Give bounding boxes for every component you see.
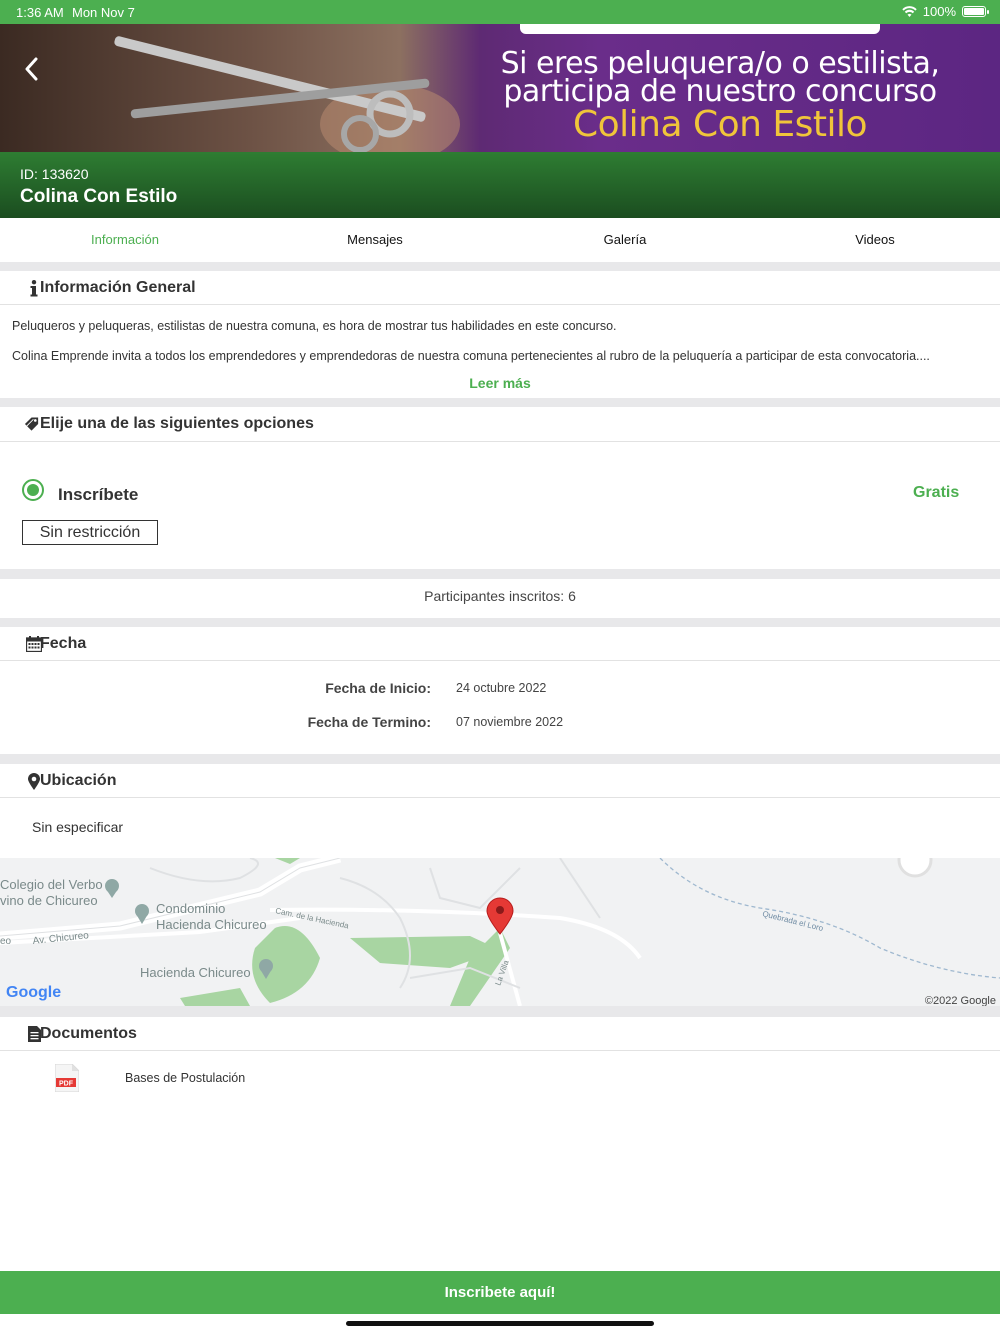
document-item[interactable]: PDF Bases de Postulación <box>0 1060 1000 1096</box>
options-header: Elije una de las siguientes opciones <box>0 407 1000 442</box>
dates-header: Fecha <box>0 627 1000 661</box>
divider <box>0 754 1000 764</box>
tab-bar: Información Mensajes Galería Videos <box>0 218 1000 262</box>
participants-count: Participantes inscritos: 6 <box>424 588 576 604</box>
divider <box>0 398 1000 407</box>
map-label-condominio-2: Hacienda Chicureo <box>156 917 267 932</box>
event-id: ID: 133620 <box>20 166 89 182</box>
map-copyright: ©2022 Google <box>925 995 996 1006</box>
tab-videos[interactable]: Videos <box>750 218 1000 262</box>
dates-title: Fecha <box>40 635 87 652</box>
map-label-hacienda: Hacienda Chicureo <box>140 965 251 980</box>
documents-title: Documentos <box>40 1025 137 1042</box>
banner-brand: Colina Con Estilo <box>572 104 868 145</box>
status-bar: 1:36 AM Mon Nov 7 100% <box>0 0 1000 24</box>
info-paragraph-1: Peluqueros y peluqueras, estilistas de n… <box>12 319 617 333</box>
tab-informacion[interactable]: Información <box>0 218 250 262</box>
documents-header: Documentos <box>0 1017 1000 1051</box>
map-label-condominio-1: Condominio <box>156 901 225 916</box>
battery-icon <box>962 6 989 17</box>
home-indicator <box>346 1321 654 1326</box>
location-value: Sin especificar <box>32 819 124 835</box>
google-logo: Google <box>6 984 61 1001</box>
divider <box>0 569 1000 579</box>
document-name: Bases de Postulación <box>125 1071 246 1085</box>
divider <box>0 1006 1000 1017</box>
option-price: Gratis <box>913 484 960 501</box>
divider <box>0 262 1000 271</box>
divider <box>0 618 1000 627</box>
banner-top-strip <box>520 24 880 34</box>
location-title: Ubicación <box>40 772 117 789</box>
pdf-badge-text: PDF <box>59 1081 74 1088</box>
banner-headline: Si eres peluquera/o o estilista, partici… <box>500 49 940 109</box>
register-button[interactable]: Inscribete aquí! <box>0 1271 1000 1314</box>
event-title: Colina Con Estilo <box>20 186 178 207</box>
ticket-icon <box>24 415 40 433</box>
map-label-avenida-left: eo <box>0 936 12 947</box>
tab-galeria[interactable]: Galería <box>500 218 750 262</box>
restriction-badge: Sin restricción <box>22 520 158 545</box>
battery-percent: 100% <box>922 4 956 19</box>
start-date-label: Fecha de Inicio: <box>325 680 431 696</box>
location-header: Ubicación <box>0 764 1000 798</box>
info-paragraph-2: Colina Emprende invita a todos los empre… <box>12 349 930 363</box>
info-general-title: Información General <box>40 279 196 296</box>
back-button[interactable] <box>18 54 44 84</box>
status-time: 1:36 AM <box>16 5 64 20</box>
location-map[interactable]: Colegio del Verbo vino de Chicureo Condo… <box>0 858 1000 1006</box>
event-banner: Si eres peluquera/o o estilista, partici… <box>0 24 1000 152</box>
start-date-value: 24 octubre 2022 <box>456 681 547 695</box>
options-title: Elije una de las siguientes opciones <box>40 415 314 432</box>
status-date: Mon Nov 7 <box>72 5 135 20</box>
read-more-link[interactable]: Leer más <box>0 375 1000 391</box>
scissors-image <box>114 36 460 152</box>
tab-mensajes[interactable]: Mensajes <box>250 218 500 262</box>
banner-headline-line2: participa de nuestro concurso <box>503 74 937 109</box>
status-right: 100% <box>902 4 989 19</box>
pdf-icon: PDF <box>55 1064 79 1092</box>
chevron-left-icon <box>25 57 38 81</box>
info-general-header: Información General <box>0 271 1000 305</box>
wifi-icon <box>902 5 917 17</box>
option-label[interactable]: Inscríbete <box>58 485 138 505</box>
end-date-value: 07 noviembre 2022 <box>456 715 564 729</box>
map-label-colegio-1: Colegio del Verbo <box>0 877 103 892</box>
end-date-label: Fecha de Termino: <box>307 714 431 730</box>
map-graphic: Colegio del Verbo vino de Chicureo Condo… <box>0 858 1000 1006</box>
option-radio[interactable] <box>22 479 44 501</box>
event-title-bar: ID: 133620 Colina Con Estilo <box>0 152 1000 218</box>
map-label-colegio-2: vino de Chicureo <box>0 893 98 908</box>
